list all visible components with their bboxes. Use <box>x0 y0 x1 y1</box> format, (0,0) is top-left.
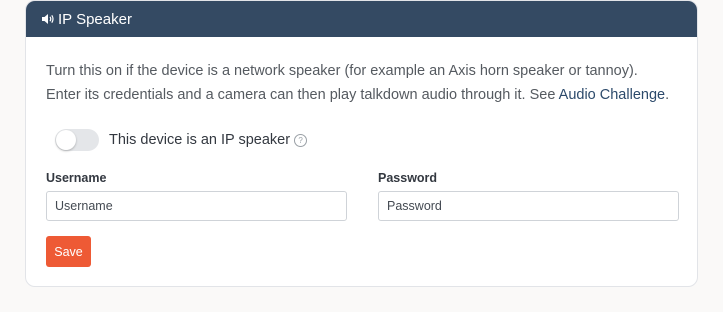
username-field-group: Username <box>46 171 347 221</box>
description-main: Turn this on if the device is a network … <box>46 63 638 103</box>
audio-challenge-link[interactable]: Audio Challenge <box>559 87 665 103</box>
ip-speaker-toggle[interactable] <box>55 129 99 151</box>
toggle-knob <box>56 130 76 150</box>
password-field-group: Password <box>378 171 679 221</box>
username-label: Username <box>46 171 107 185</box>
description-text: Turn this on if the device is a network … <box>46 59 676 107</box>
toggle-label: This device is an IP speaker <box>109 132 291 148</box>
description-end: . <box>665 87 670 103</box>
question-circle-icon[interactable]: ? <box>294 133 308 147</box>
password-input[interactable] <box>378 191 679 221</box>
panel-title: IP Speaker <box>58 10 132 28</box>
username-input[interactable] <box>46 191 347 221</box>
save-button[interactable]: Save <box>46 236 91 267</box>
ip-speaker-panel: IP Speaker Turn this on if the device is… <box>25 0 698 287</box>
ip-speaker-toggle-row: This device is an IP speaker ? <box>55 129 308 151</box>
password-label: Password <box>378 171 438 185</box>
speaker-icon <box>41 13 55 25</box>
panel-header: IP Speaker <box>26 1 697 37</box>
